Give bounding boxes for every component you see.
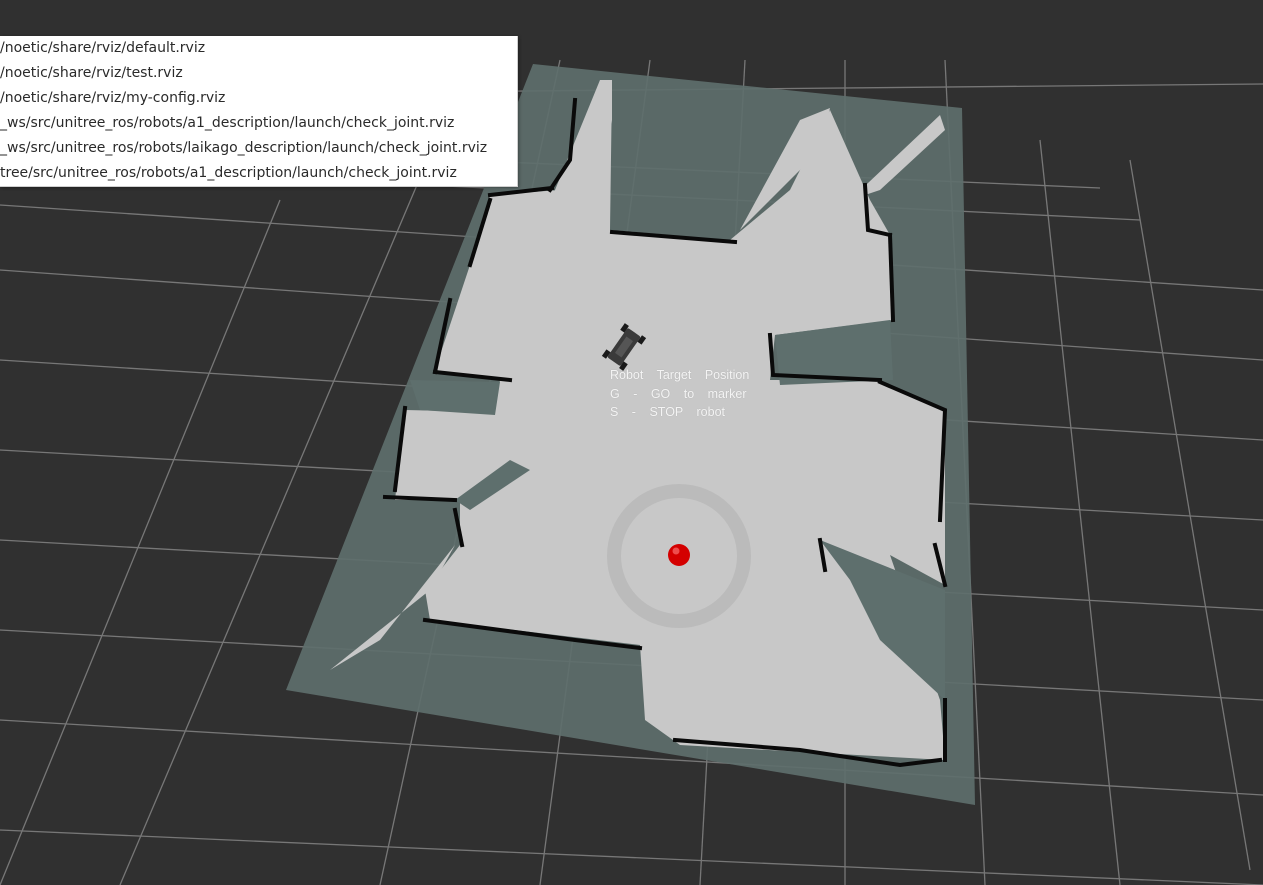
menu-item-config[interactable]: /noetic/share/rviz/my-config.rviz bbox=[0, 86, 517, 111]
robot-hud-text: Robot Target Position G - GO to marker S… bbox=[610, 366, 749, 422]
menu-item-config[interactable]: tree/src/unitree_ros/robots/a1_descripti… bbox=[0, 161, 517, 186]
menu-item-config[interactable]: _ws/src/unitree_ros/robots/a1_descriptio… bbox=[0, 111, 517, 136]
hud-line-2: G - GO to marker bbox=[610, 386, 747, 401]
menu-item-config[interactable]: /noetic/share/rviz/default.rviz bbox=[0, 36, 517, 61]
hud-line-1: Robot Target Position bbox=[610, 368, 750, 382]
menu-item-config[interactable]: /noetic/share/rviz/test.rviz bbox=[0, 61, 517, 86]
menu-item-config[interactable]: _ws/src/unitree_ros/robots/laikago_descr… bbox=[0, 136, 517, 161]
target-marker-icon[interactable] bbox=[668, 544, 690, 566]
hud-line-3: S - STOP robot bbox=[610, 405, 725, 419]
recent-configs-menu: /noetic/share/rviz/default.rviz /noetic/… bbox=[0, 36, 518, 187]
